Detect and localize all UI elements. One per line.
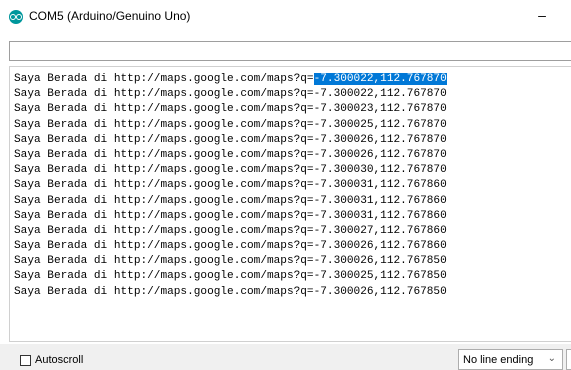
- serial-line-coords: -7.300031,112.767860: [313, 209, 447, 222]
- serial-line-prefix: Saya Berada di http://maps.google.com/ma…: [14, 73, 314, 85]
- line-ending-select[interactable]: No line ending ⌄: [458, 349, 563, 370]
- serial-line-prefix: Saya Berada di http://maps.google.com/ma…: [14, 179, 314, 192]
- serial-line-prefix: Saya Berada di http://maps.google.com/ma…: [14, 164, 314, 177]
- serial-line-prefix: Saya Berada di http://maps.google.com/ma…: [14, 240, 314, 253]
- serial-line-prefix: Saya Berada di http://maps.google.com/ma…: [14, 118, 314, 131]
- serial-line: Saya Berada di http://maps.google.com/ma…: [14, 102, 447, 117]
- serial-line: Saya Berada di http://maps.google.com/ma…: [14, 72, 447, 87]
- serial-line-coords: -7.300022,112.767870: [313, 73, 447, 85]
- title-bar: COM5 (Arduino/Genuino Uno) –: [0, 0, 571, 34]
- line-ending-value: No line ending: [463, 354, 534, 366]
- chevron-down-icon: ⌄: [547, 353, 556, 364]
- serial-line: Saya Berada di http://maps.google.com/ma…: [14, 254, 447, 269]
- serial-line-prefix: Saya Berada di http://maps.google.com/ma…: [14, 133, 314, 146]
- serial-line-coords: -7.300025,112.767870: [313, 118, 447, 131]
- window-title: COM5 (Arduino/Genuino Uno): [29, 9, 191, 23]
- serial-line-coords: -7.300031,112.767860: [313, 179, 447, 192]
- serial-line-coords: -7.300030,112.767870: [313, 164, 447, 177]
- serial-line-coords: -7.300025,112.767850: [313, 270, 447, 283]
- serial-line-coords: -7.300027,112.767860: [313, 224, 447, 237]
- serial-line-coords: -7.300026,112.767850: [313, 255, 447, 268]
- serial-line-coords: -7.300031,112.767860: [313, 194, 447, 207]
- serial-output[interactable]: Saya Berada di http://maps.google.com/ma…: [9, 66, 571, 342]
- serial-line-prefix: Saya Berada di http://maps.google.com/ma…: [14, 270, 314, 283]
- status-bar: Autoscroll No line ending ⌄: [0, 344, 571, 370]
- serial-line: Saya Berada di http://maps.google.com/ma…: [14, 224, 447, 239]
- serial-line: Saya Berada di http://maps.google.com/ma…: [14, 163, 447, 178]
- serial-line: Saya Berada di http://maps.google.com/ma…: [14, 87, 447, 102]
- autoscroll-checkbox[interactable]: [20, 355, 31, 366]
- serial-output-lines: Saya Berada di http://maps.google.com/ma…: [14, 72, 447, 300]
- serial-line: Saya Berada di http://maps.google.com/ma…: [14, 194, 447, 209]
- serial-line-prefix: Saya Berada di http://maps.google.com/ma…: [14, 194, 314, 207]
- serial-line: Saya Berada di http://maps.google.com/ma…: [14, 118, 447, 133]
- serial-line: Saya Berada di http://maps.google.com/ma…: [14, 178, 447, 193]
- serial-line: Saya Berada di http://maps.google.com/ma…: [14, 133, 447, 148]
- serial-line-coords: -7.300026,112.767860: [313, 240, 447, 253]
- serial-line: Saya Berada di http://maps.google.com/ma…: [14, 269, 447, 284]
- serial-line-coords: -7.300026,112.767850: [313, 285, 447, 298]
- serial-line-prefix: Saya Berada di http://maps.google.com/ma…: [14, 209, 314, 222]
- serial-line-prefix: Saya Berada di http://maps.google.com/ma…: [14, 148, 314, 161]
- send-input[interactable]: [9, 41, 571, 61]
- serial-line-prefix: Saya Berada di http://maps.google.com/ma…: [14, 255, 314, 268]
- serial-line: Saya Berada di http://maps.google.com/ma…: [14, 148, 447, 163]
- autoscroll-label: Autoscroll: [35, 354, 84, 366]
- serial-line: Saya Berada di http://maps.google.com/ma…: [14, 285, 447, 300]
- minimize-button[interactable]: –: [535, 4, 549, 26]
- arduino-logo-icon: [9, 10, 23, 24]
- serial-line-coords: -7.300023,112.767870: [313, 103, 447, 116]
- baud-rate-select[interactable]: [566, 349, 571, 370]
- serial-line-coords: -7.300026,112.767870: [313, 133, 447, 146]
- serial-line-coords: -7.300022,112.767870: [313, 88, 447, 101]
- serial-line: Saya Berada di http://maps.google.com/ma…: [14, 239, 447, 254]
- serial-line-prefix: Saya Berada di http://maps.google.com/ma…: [14, 224, 314, 237]
- serial-line-prefix: Saya Berada di http://maps.google.com/ma…: [14, 88, 314, 101]
- serial-line: Saya Berada di http://maps.google.com/ma…: [14, 209, 447, 224]
- serial-line-prefix: Saya Berada di http://maps.google.com/ma…: [14, 285, 314, 298]
- serial-line-coords: -7.300026,112.767870: [313, 148, 447, 161]
- serial-line-prefix: Saya Berada di http://maps.google.com/ma…: [14, 103, 314, 116]
